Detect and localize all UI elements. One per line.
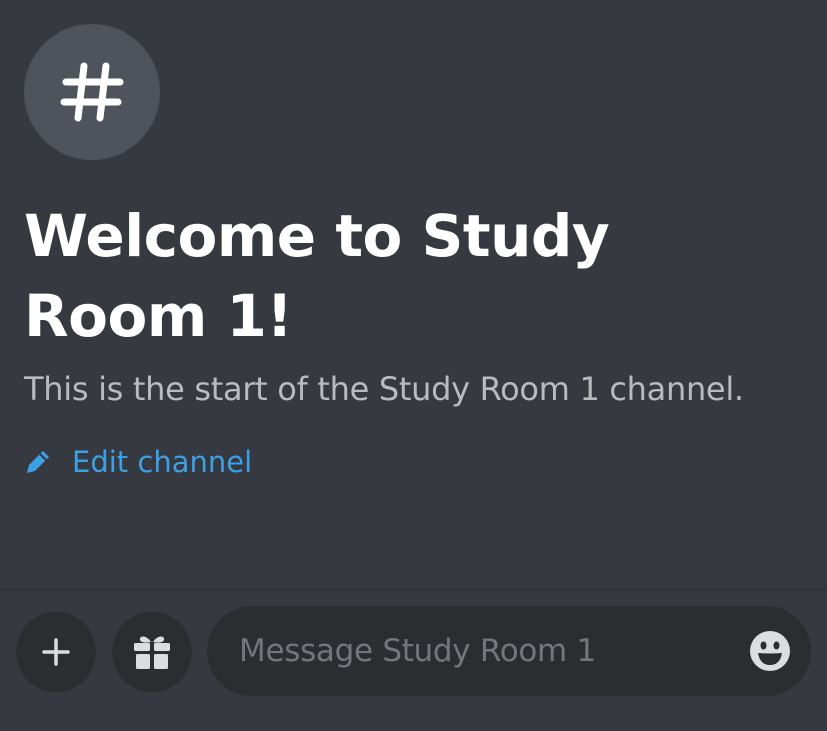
emoji-button[interactable] — [749, 630, 791, 672]
welcome-title: Welcome to Study Room 1! — [24, 202, 610, 350]
add-attachment-button[interactable] — [16, 612, 96, 692]
smiley-icon — [750, 631, 790, 671]
chat-screen: Welcome to Study Room 1! This is the sta… — [0, 0, 827, 731]
welcome-subtitle: This is the start of the Study Room 1 ch… — [24, 370, 744, 408]
message-box — [207, 606, 811, 696]
edit-channel-link[interactable]: Edit channel — [24, 442, 804, 482]
pencil-icon — [27, 451, 49, 473]
gift-icon — [134, 636, 170, 669]
message-composer — [0, 590, 827, 731]
plus-icon — [42, 638, 70, 666]
gift-button[interactable] — [112, 612, 192, 692]
channel-avatar — [24, 24, 160, 160]
channel-welcome: Welcome to Study Room 1! This is the sta… — [24, 24, 804, 482]
message-input[interactable] — [237, 620, 749, 682]
hash-icon — [60, 62, 124, 122]
edit-channel-label: Edit channel — [72, 445, 253, 479]
